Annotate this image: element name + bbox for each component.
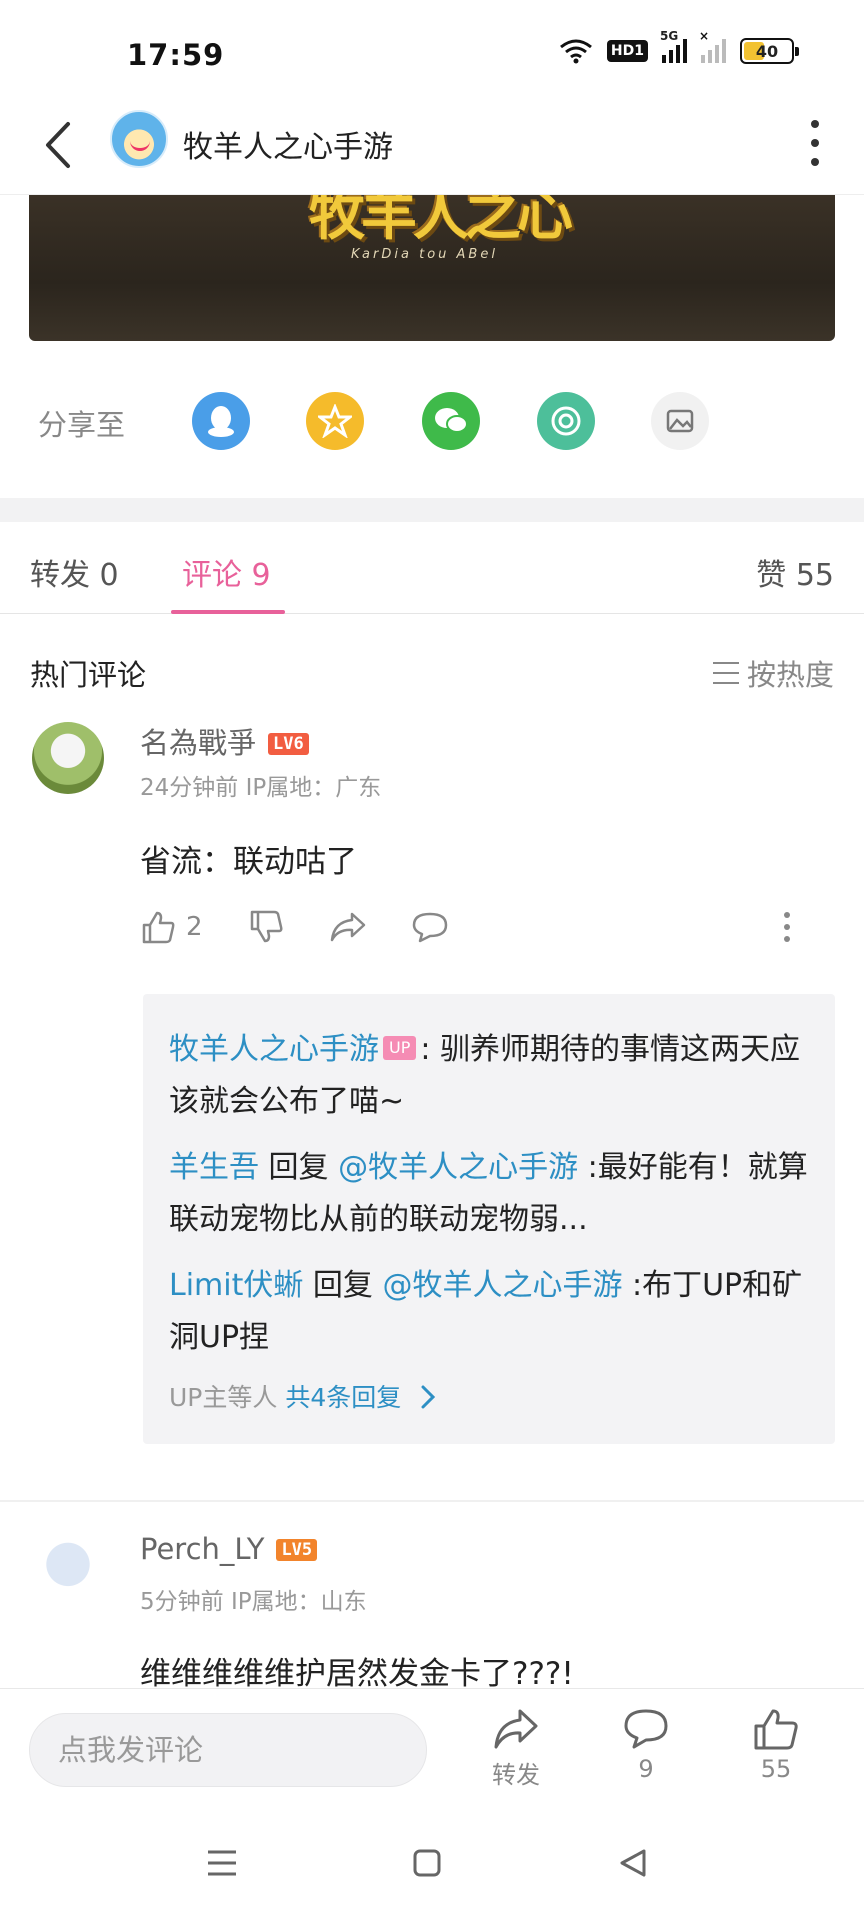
qq-icon[interactable] <box>192 392 250 450</box>
page-title: 牧羊人之心手游 <box>183 130 393 165</box>
status-icons: HD1 5G × 40 <box>559 29 799 64</box>
hd-icon: HD1 <box>606 40 648 62</box>
sort-label: 按热度 <box>746 658 834 692</box>
tab-likes[interactable]: 赞 55 <box>756 550 834 594</box>
comment-author[interactable]: 名為戰爭 LV6 <box>140 720 309 762</box>
comment-meta: 24分钟前 IP属地：广东 <box>140 775 382 801</box>
forward-label: 转发 <box>492 1761 540 1789</box>
like-count: 55 <box>760 1755 792 1783</box>
battery-icon: 40 <box>740 38 799 64</box>
status-bar: 17:59 HD1 5G × 40 <box>0 0 864 100</box>
tab-forward[interactable]: 转发 0 <box>30 550 119 594</box>
comment-more-icon[interactable] <box>782 902 792 952</box>
like-button[interactable]: 2 <box>140 902 203 952</box>
reply-item[interactable]: Limit伏蜥 回复 @牧羊人之心手游 :布丁UP和矿洞UP捏 <box>169 1260 809 1364</box>
page: 17:59 HD1 5G × 40 牧羊人之心手游 牧羊人之心 KarDia t… <box>0 0 864 1920</box>
wifi-icon <box>559 39 592 64</box>
menu-lines-icon <box>712 662 739 684</box>
status-time: 17:59 <box>127 38 225 72</box>
share-comment-button[interactable] <box>328 902 368 952</box>
thumbs-up-icon <box>754 1709 798 1750</box>
commenter-avatar[interactable] <box>32 1532 104 1604</box>
reply-author[interactable]: 牧羊人之心手游 <box>169 1032 379 1067</box>
hot-comments-title: 热门评论 <box>30 658 147 692</box>
thumbs-up-icon <box>142 911 175 944</box>
like-post-button[interactable]: 55 <box>726 1707 826 1783</box>
more-options-icon[interactable] <box>810 120 820 166</box>
dislike-button[interactable] <box>248 902 284 952</box>
like-count: 2 <box>186 912 203 942</box>
chevron-right-icon <box>421 1385 436 1409</box>
reply-item[interactable]: 牧羊人之心手游 UP: 驯养师期待的事情这两天应该就会公布了喵~ <box>169 1024 809 1128</box>
game-logo-subtitle: KarDia tou ABel <box>351 247 498 262</box>
top-app-bar: 牧羊人之心手游 <box>0 100 864 195</box>
comment-divider <box>0 1500 864 1502</box>
up-badge: UP <box>383 1036 417 1060</box>
game-logo: 牧羊人之心 <box>309 195 573 248</box>
share-arrow-icon <box>330 912 366 942</box>
view-all-replies[interactable]: UP主等人 共4条回复 <box>169 1378 809 1414</box>
recent-apps-icon[interactable] <box>206 1848 238 1878</box>
forward-button[interactable]: 转发 <box>466 1707 566 1790</box>
share-row: 分享至 <box>0 380 864 480</box>
reply-mention[interactable]: @牧羊人之心手游 <box>338 1150 578 1185</box>
reply-item[interactable]: 羊生吾 回复 @牧羊人之心手游 :最好能有！就算联动宠物比从前的联动宠物弱... <box>169 1142 809 1246</box>
tab-comments[interactable]: 评论 9 <box>182 550 271 594</box>
signal-2-icon: × <box>699 29 726 63</box>
comment-meta: 5分钟前 IP属地：山东 <box>140 1589 367 1615</box>
system-nav-bar <box>0 1808 864 1920</box>
comment-bubble-icon <box>624 1709 668 1749</box>
commenter-avatar[interactable] <box>32 722 104 794</box>
account-avatar[interactable] <box>110 110 168 168</box>
sort-button[interactable]: 按热度 <box>712 652 834 694</box>
post-banner-image[interactable]: 牧羊人之心 KarDia tou ABel <box>29 195 835 341</box>
reply-author[interactable]: 羊生吾 <box>169 1150 259 1185</box>
back-triangle-icon[interactable] <box>618 1848 648 1878</box>
reply-author[interactable]: Limit伏蜥 <box>169 1268 303 1303</box>
share-label: 分享至 <box>38 408 126 442</box>
comment-count: 9 <box>638 1755 654 1783</box>
qzone-icon[interactable] <box>306 392 364 450</box>
reply-button[interactable] <box>410 902 450 952</box>
level-badge: LV5 <box>276 1539 318 1561</box>
share-arrow-icon <box>494 1709 538 1749</box>
comment-author[interactable]: Perch_LY LV5 <box>140 1532 318 1566</box>
signal-5g-icon: 5G <box>660 29 687 63</box>
gallery-icon[interactable] <box>651 392 709 450</box>
comment-input[interactable]: 点我发评论 <box>29 1713 427 1787</box>
active-tab-indicator <box>171 610 285 614</box>
comment-bubble-icon <box>412 912 448 943</box>
section-divider <box>0 498 864 522</box>
reply-thread[interactable]: 牧羊人之心手游 UP: 驯养师期待的事情这两天应该就会公布了喵~ 羊生吾 回复 @… <box>143 994 835 1444</box>
comment-text: 省流：联动咕了 <box>140 844 357 880</box>
bottom-action-bar: 点我发评论 转发 9 55 <box>0 1688 864 1808</box>
moments-icon[interactable] <box>537 392 595 450</box>
thumbs-down-icon <box>250 910 283 943</box>
level-badge: LV6 <box>268 733 309 755</box>
comment-count-button[interactable]: 9 <box>596 1707 696 1783</box>
back-arrow-icon[interactable] <box>38 120 78 170</box>
wechat-icon[interactable] <box>422 392 480 450</box>
comment-actions: 2 <box>140 902 830 952</box>
post-tabs: 转发 0 评论 9 赞 55 <box>0 522 864 614</box>
comment-text: 维维维维维护居然发金卡了???! <box>140 1656 574 1692</box>
home-icon[interactable] <box>412 1848 442 1878</box>
reply-mention[interactable]: @牧羊人之心手游 <box>382 1268 622 1303</box>
